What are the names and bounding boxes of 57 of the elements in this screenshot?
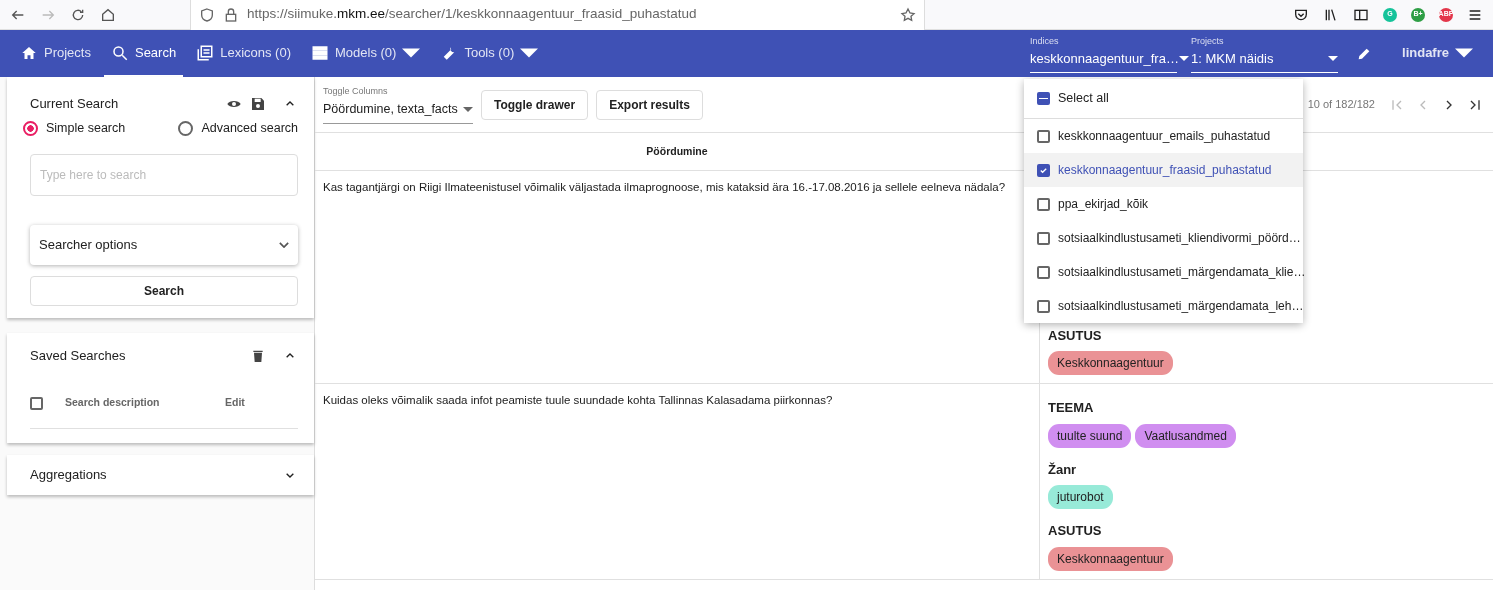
fact-tag[interactable]: tuulte suund bbox=[1048, 423, 1132, 448]
fact-tag[interactable]: juturobot bbox=[1048, 485, 1113, 509]
caret-icon bbox=[1178, 56, 1189, 62]
index-option[interactable]: sotsiaalkindlustusameti_märgendamata_leh… bbox=[1024, 289, 1303, 323]
panel-title: Saved Searches bbox=[30, 347, 126, 365]
select-all-option[interactable]: Select all bbox=[1024, 79, 1303, 119]
radio-option[interactable]: Simple search bbox=[23, 119, 126, 138]
nav-tab[interactable]: Lexicons (0) bbox=[189, 30, 298, 77]
caret-icon bbox=[1328, 56, 1339, 62]
field-label: Projects bbox=[1191, 34, 1225, 48]
user-menu[interactable]: lindafre bbox=[1395, 30, 1480, 77]
home-icon[interactable] bbox=[100, 6, 116, 23]
list-icon bbox=[311, 43, 329, 62]
toolbar-button[interactable]: Export results bbox=[596, 89, 703, 120]
panel-title: Current Search bbox=[30, 95, 119, 114]
field-label: Indices bbox=[1030, 34, 1060, 48]
nav-tab[interactable]: Models (0) bbox=[304, 30, 428, 77]
panel-title: Aggregations bbox=[30, 466, 107, 484]
url-text: https://siimuke.mkm.ee/searcher/1/keskkonnaagentuur_fraasid_puhastatud bbox=[247, 5, 698, 24]
expand-icon bbox=[279, 241, 289, 248]
searcher-options[interactable]: Searcher options bbox=[30, 224, 298, 265]
save-icon[interactable] bbox=[250, 96, 266, 112]
indices-select[interactable]: keskkonnaagentuur_fra… bbox=[1030, 48, 1178, 73]
aggregations-panel[interactable]: Aggregations bbox=[7, 454, 314, 495]
nav-tab[interactable]: Tools (0) bbox=[433, 30, 546, 77]
shield-icon bbox=[199, 6, 215, 23]
search-field[interactable]: Type here to search bbox=[30, 153, 298, 196]
table-cell: Kas tagantjärgi on Riigi Ilmateenistusel võimalik väljastada ilmaprognoose, mis kataksid ära 16.-17.08.2016 ja sellele eelneva nädala? bbox=[323, 181, 1006, 193]
nav-tab[interactable]: Projects bbox=[13, 30, 98, 77]
fact-tag[interactable]: Keskkonnaagentuur bbox=[1048, 351, 1173, 375]
star-icon[interactable] bbox=[900, 6, 916, 23]
toolbar-button[interactable]: Toggle drawer bbox=[481, 89, 589, 120]
columns-select[interactable]: Pöördumine, texta_facts bbox=[323, 98, 473, 125]
fact-name: Žanr bbox=[1048, 460, 1078, 479]
index-option[interactable]: keskkonnaagentuur_emails_puhastatud bbox=[1024, 119, 1303, 153]
address-bar[interactable]: https://siimuke.mkm.ee/searcher/1/keskkonnaagentuur_fraasid_puhastatud bbox=[190, 0, 925, 30]
index-option[interactable]: sotsiaalkindlustusameti_kliendivormi_pöörd… bbox=[1024, 221, 1303, 255]
projects-select[interactable]: 1: MKM näidis bbox=[1191, 48, 1339, 73]
caret-icon bbox=[463, 107, 473, 113]
search-icon bbox=[110, 43, 129, 62]
table-cell: Kuidas oleks võimalik saada infot peamiste tuule suundade kohta Tallinnas Kalasadama piirkonnas? bbox=[323, 394, 833, 406]
book-icon bbox=[196, 43, 215, 62]
index-option[interactable]: ppa_ekirjad_kõik bbox=[1024, 187, 1303, 221]
fact-name: ASUTUS bbox=[1048, 326, 1103, 345]
column-header: Search description bbox=[65, 395, 161, 411]
fact-tag[interactable]: Keskkonnaagentuur bbox=[1048, 546, 1173, 571]
pager-text: 10 of 182/182 bbox=[1307, 97, 1375, 113]
search-button[interactable]: Search bbox=[30, 275, 298, 306]
fact-name: TEEMA bbox=[1048, 399, 1095, 417]
fact-tag[interactable]: Vaatlusandmed bbox=[1135, 423, 1236, 448]
index-option[interactable]: sotsiaalkindlustusameti_märgendamata_klie… bbox=[1024, 255, 1303, 289]
fact-name: ASUTUS bbox=[1048, 522, 1103, 540]
radio-option[interactable]: Advanced search bbox=[178, 119, 298, 138]
field-label: Toggle Columns bbox=[323, 84, 389, 98]
column-header: Edit bbox=[225, 395, 245, 411]
lock-icon bbox=[223, 6, 239, 23]
checkbox[interactable] bbox=[30, 396, 43, 410]
